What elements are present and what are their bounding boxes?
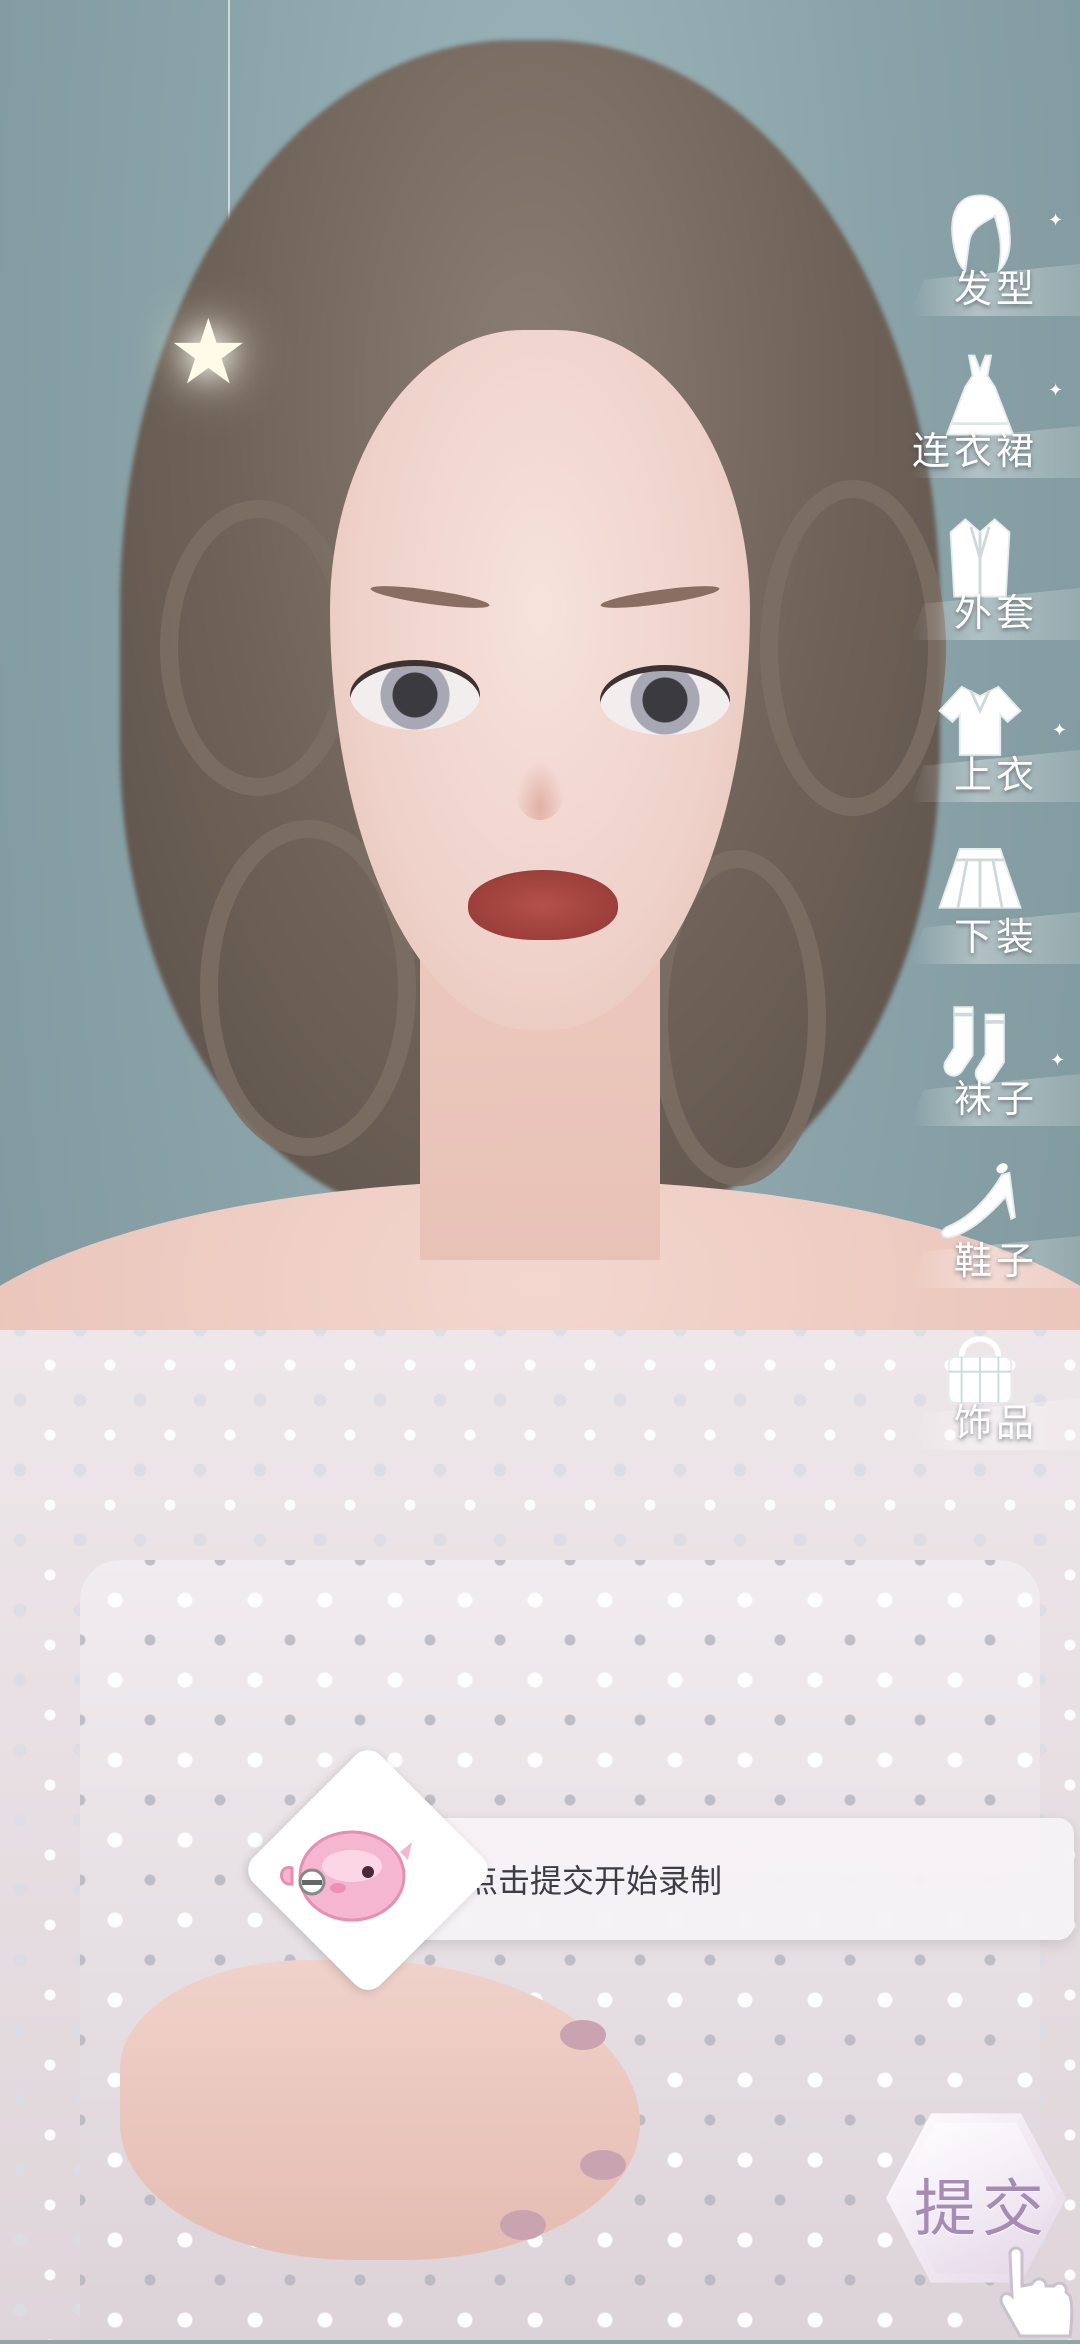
category-bottom[interactable]: 下装 (890, 828, 1080, 990)
category-label: 上衣 (953, 753, 1038, 797)
pointer-hand-icon (980, 2240, 1080, 2340)
category-label: 连衣裙 (911, 429, 1038, 473)
category-hair[interactable]: 发型 (890, 180, 1080, 342)
category-coat[interactable]: 外套 (890, 504, 1080, 666)
sparkle-icon: ✦ (1052, 720, 1068, 741)
category-label: 外套 (953, 591, 1038, 635)
category-label: 鞋子 (953, 1239, 1038, 1283)
category-socks[interactable]: 袜子 (890, 990, 1080, 1152)
category-label: 袜子 (953, 1077, 1038, 1121)
fingernail (560, 2020, 606, 2050)
fingernail (580, 2150, 626, 2180)
submit-label: 提交 (913, 2172, 1050, 2245)
category-label: 下装 (953, 915, 1038, 959)
hint-text: 点击提交开始录制 (466, 1862, 723, 1900)
category-label: 饰品 (953, 1401, 1038, 1445)
left-eye (350, 660, 480, 730)
category-accessory[interactable]: 饰品 (890, 1314, 1080, 1476)
category-top[interactable]: 上衣 (890, 666, 1080, 828)
nose (515, 760, 565, 820)
star-ornament-icon: ★ (168, 300, 249, 405)
sparkle-icon: ✦ (1048, 380, 1064, 401)
sparkle-icon: ✦ (1050, 1050, 1066, 1071)
category-shoes[interactable]: 鞋子 (890, 1152, 1080, 1314)
hair-curl (160, 500, 356, 796)
category-dress[interactable]: 连衣裙 (890, 342, 1080, 504)
category-label: 发型 (953, 267, 1038, 311)
sparkle-icon: ✦ (1048, 210, 1064, 231)
pink-mascot-icon (272, 1812, 422, 1932)
fingernail (500, 2210, 546, 2240)
right-eye (600, 665, 730, 735)
lips (468, 870, 618, 940)
category-menu: 发型 连衣裙 外套 上衣 下装 袜子 鞋子 饰品 ✦ ✦ ✦ ✦ (890, 180, 1080, 1476)
